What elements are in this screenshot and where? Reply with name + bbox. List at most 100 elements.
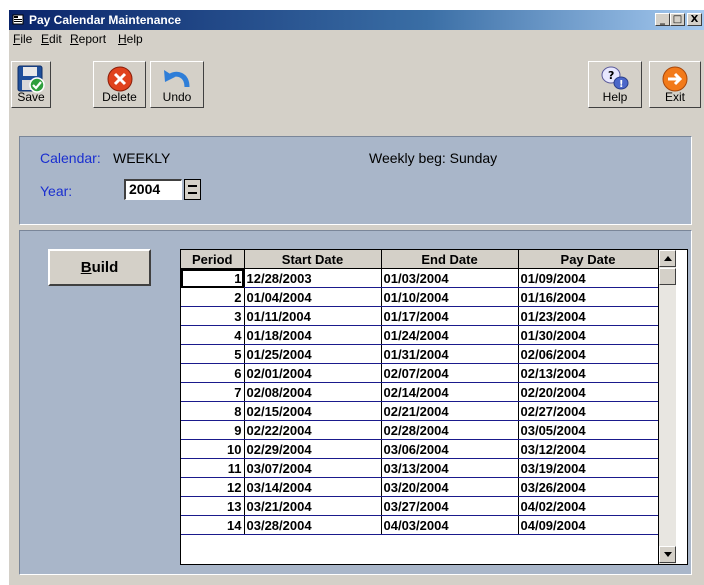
cell-period[interactable]: 3 <box>181 306 245 326</box>
cell-start-date[interactable]: 01/25/2004 <box>244 344 382 364</box>
menu-edit[interactable]: Edit <box>41 32 62 46</box>
table-row[interactable]: 5 01/25/2004 01/31/2004 02/06/2004 <box>181 344 659 364</box>
cell-pay-date[interactable]: 03/19/2004 <box>518 458 659 478</box>
cell-period[interactable]: 4 <box>181 325 245 345</box>
table-row[interactable]: 10 02/29/2004 03/06/2004 03/12/2004 <box>181 439 659 459</box>
cell-start-date[interactable]: 02/08/2004 <box>244 382 382 402</box>
cell-end-date[interactable]: 01/31/2004 <box>381 344 519 364</box>
spin-up-icon <box>188 185 197 187</box>
floppy-disk-icon <box>17 65 45 93</box>
cell-start-date[interactable]: 12/28/2003 <box>244 268 382 288</box>
title-bar[interactable]: Pay Calendar Maintenance _ □ X <box>9 10 704 30</box>
cell-period[interactable]: 9 <box>181 420 245 440</box>
cell-end-date[interactable]: 01/10/2004 <box>381 287 519 307</box>
cell-period[interactable]: 1 <box>181 268 245 288</box>
cell-start-date[interactable]: 02/01/2004 <box>244 363 382 383</box>
cell-start-date[interactable]: 03/14/2004 <box>244 477 382 497</box>
cell-pay-date[interactable]: 03/12/2004 <box>518 439 659 459</box>
cell-start-date[interactable]: 01/04/2004 <box>244 287 382 307</box>
year-input[interactable]: 2004 <box>124 179 182 200</box>
col-header-pay-date[interactable]: Pay Date <box>518 250 659 269</box>
cell-end-date[interactable]: 02/21/2004 <box>381 401 519 421</box>
cell-period[interactable]: 12 <box>181 477 245 497</box>
cell-end-date[interactable]: 01/03/2004 <box>381 268 519 288</box>
menu-report[interactable]: Report <box>70 32 106 46</box>
col-header-period[interactable]: Period <box>181 250 245 269</box>
grid-vertical-scrollbar[interactable] <box>658 250 676 564</box>
calendar-label: Calendar: <box>40 150 101 166</box>
cell-period[interactable]: 14 <box>181 515 245 535</box>
cell-end-date[interactable]: 01/17/2004 <box>381 306 519 326</box>
cell-pay-date[interactable]: 02/06/2004 <box>518 344 659 364</box>
menu-file[interactable]: File <box>13 32 32 46</box>
cell-start-date[interactable]: 03/07/2004 <box>244 458 382 478</box>
cell-end-date[interactable]: 03/27/2004 <box>381 496 519 516</box>
cell-period[interactable]: 2 <box>181 287 245 307</box>
cell-end-date[interactable]: 01/24/2004 <box>381 325 519 345</box>
table-row[interactable]: 8 02/15/2004 02/21/2004 02/27/2004 <box>181 401 659 421</box>
table-row[interactable]: 7 02/08/2004 02/14/2004 02/20/2004 <box>181 382 659 402</box>
cell-period[interactable]: 7 <box>181 382 245 402</box>
cell-pay-date[interactable]: 04/09/2004 <box>518 515 659 535</box>
cell-pay-date[interactable]: 02/20/2004 <box>518 382 659 402</box>
delete-button[interactable]: Delete <box>93 61 146 108</box>
cell-start-date[interactable]: 03/28/2004 <box>244 515 382 535</box>
table-row[interactable]: 13 03/21/2004 03/27/2004 04/02/2004 <box>181 496 659 516</box>
cell-pay-date[interactable]: 02/27/2004 <box>518 401 659 421</box>
scroll-thumb[interactable] <box>659 268 676 285</box>
table-row[interactable]: 2 01/04/2004 01/10/2004 01/16/2004 <box>181 287 659 307</box>
build-button[interactable]: Build <box>48 249 151 286</box>
cell-period[interactable]: 6 <box>181 363 245 383</box>
cell-end-date[interactable]: 03/20/2004 <box>381 477 519 497</box>
close-button[interactable]: X <box>687 13 702 26</box>
cell-end-date[interactable]: 02/14/2004 <box>381 382 519 402</box>
cell-pay-date[interactable]: 01/30/2004 <box>518 325 659 345</box>
table-row[interactable]: 11 03/07/2004 03/13/2004 03/19/2004 <box>181 458 659 478</box>
cell-period[interactable]: 13 <box>181 496 245 516</box>
cell-start-date[interactable]: 02/29/2004 <box>244 439 382 459</box>
menu-help[interactable]: Help <box>118 32 143 46</box>
undo-button[interactable]: Undo <box>150 61 204 108</box>
cell-pay-date[interactable]: 01/09/2004 <box>518 268 659 288</box>
help-button[interactable]: ? ! Help <box>588 61 642 108</box>
cell-pay-date[interactable]: 03/26/2004 <box>518 477 659 497</box>
maximize-button[interactable]: □ <box>670 13 685 26</box>
table-row[interactable]: 14 03/28/2004 04/03/2004 04/09/2004 <box>181 515 659 535</box>
cell-start-date[interactable]: 03/21/2004 <box>244 496 382 516</box>
col-header-start-date[interactable]: Start Date <box>244 250 382 269</box>
table-row[interactable]: 3 01/11/2004 01/17/2004 01/23/2004 <box>181 306 659 326</box>
year-spinner[interactable] <box>184 179 201 200</box>
cell-pay-date[interactable]: 01/16/2004 <box>518 287 659 307</box>
cell-period[interactable]: 8 <box>181 401 245 421</box>
save-label: Save <box>17 90 45 104</box>
cell-period[interactable]: 10 <box>181 439 245 459</box>
cell-pay-date[interactable]: 01/23/2004 <box>518 306 659 326</box>
table-row[interactable]: 12 03/14/2004 03/20/2004 03/26/2004 <box>181 477 659 497</box>
table-row[interactable]: 6 02/01/2004 02/07/2004 02/13/2004 <box>181 363 659 383</box>
cell-end-date[interactable]: 04/03/2004 <box>381 515 519 535</box>
cell-pay-date[interactable]: 04/02/2004 <box>518 496 659 516</box>
cell-period[interactable]: 5 <box>181 344 245 364</box>
cell-period[interactable]: 11 <box>181 458 245 478</box>
cell-end-date[interactable]: 02/28/2004 <box>381 420 519 440</box>
exit-button[interactable]: Exit <box>649 61 701 108</box>
scroll-down-icon <box>664 552 672 557</box>
minimize-button[interactable]: _ <box>655 13 670 26</box>
cell-pay-date[interactable]: 03/05/2004 <box>518 420 659 440</box>
cell-start-date[interactable]: 02/15/2004 <box>244 401 382 421</box>
cell-start-date[interactable]: 02/22/2004 <box>244 420 382 440</box>
table-row[interactable]: 9 02/22/2004 02/28/2004 03/05/2004 <box>181 420 659 440</box>
pay-period-grid[interactable]: Period Start Date End Date Pay Date 1 12/… <box>180 249 688 565</box>
cell-pay-date[interactable]: 02/13/2004 <box>518 363 659 383</box>
save-button[interactable]: Save <box>11 61 51 108</box>
cell-start-date[interactable]: 01/18/2004 <box>244 325 382 345</box>
cell-start-date[interactable]: 01/11/2004 <box>244 306 382 326</box>
scroll-up-button[interactable] <box>659 250 676 267</box>
cell-end-date[interactable]: 02/07/2004 <box>381 363 519 383</box>
table-row[interactable]: 1 12/28/2003 01/03/2004 01/09/2004 <box>181 268 659 288</box>
cell-end-date[interactable]: 03/13/2004 <box>381 458 519 478</box>
col-header-end-date[interactable]: End Date <box>381 250 519 269</box>
cell-end-date[interactable]: 03/06/2004 <box>381 439 519 459</box>
scroll-down-button[interactable] <box>659 546 676 563</box>
table-row[interactable]: 4 01/18/2004 01/24/2004 01/30/2004 <box>181 325 659 345</box>
